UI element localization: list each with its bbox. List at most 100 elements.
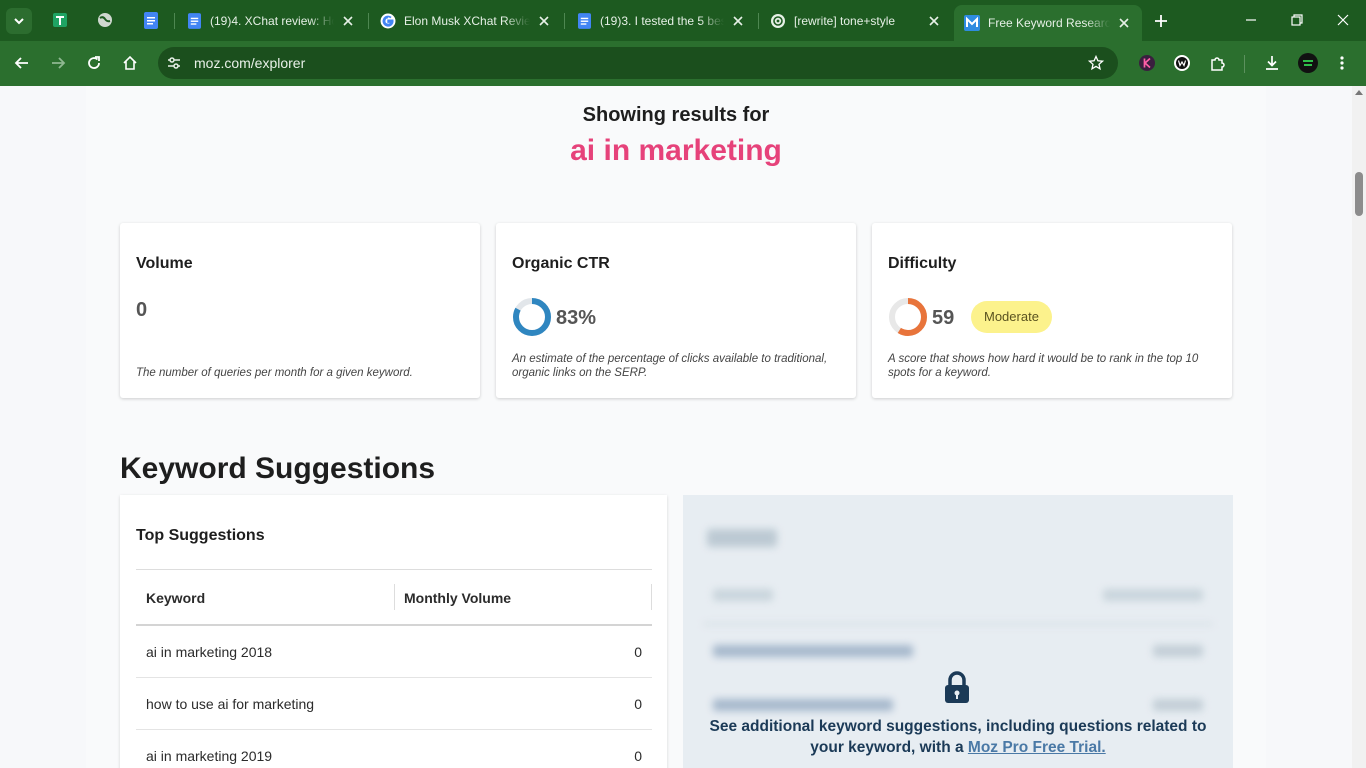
ctr-description: An estimate of the percentage of clicks …: [512, 353, 828, 379]
extension-w-button[interactable]: [1170, 51, 1194, 75]
globe-icon: [98, 13, 112, 27]
minimize-button[interactable]: [1241, 10, 1261, 30]
table-row[interactable]: ai in marketing 2018 0: [136, 626, 652, 678]
arrow-right-icon: [52, 57, 66, 69]
extension-k-button[interactable]: [1135, 51, 1159, 75]
browser-tab[interactable]: (19)3. I tested the 5 best: [566, 6, 756, 36]
tab-title: (19)4. XChat review: How: [210, 14, 334, 28]
openai-icon: [770, 13, 786, 29]
site-info-icon[interactable]: [164, 53, 184, 73]
ctr-value: 83%: [556, 307, 597, 329]
close-icon[interactable]: [536, 13, 552, 29]
pinned-tab-web[interactable]: [96, 11, 114, 29]
close-icon: [1337, 14, 1349, 26]
volume-cell: 0: [634, 748, 642, 764]
ctr-title: Organic CTR: [512, 255, 610, 272]
profile-avatar[interactable]: [1296, 51, 1320, 75]
results-keyword: ai in marketing: [570, 134, 782, 167]
moz-pro-trial-link[interactable]: Moz Pro Free Trial.: [968, 739, 1106, 756]
table-row[interactable]: how to use ai for marketing 0: [136, 678, 652, 730]
reload-button[interactable]: [82, 51, 106, 75]
extensions-button[interactable]: [1206, 51, 1230, 75]
extension-k-icon: [1139, 55, 1155, 71]
difficulty-card: Difficulty 59 Moderate A score that show…: [872, 223, 1232, 398]
new-tab-button[interactable]: [1150, 10, 1172, 32]
close-icon[interactable]: [730, 13, 746, 29]
puzzle-icon: [1211, 57, 1225, 71]
volume-cell: 0: [634, 696, 642, 712]
browser-tab[interactable]: (19)4. XChat review: How: [176, 6, 366, 36]
section-title: Keyword Suggestions: [120, 452, 436, 485]
moz-icon: [964, 15, 980, 31]
column-header-monthly-volume[interactable]: Monthly Volume: [404, 590, 511, 606]
close-window-button[interactable]: [1333, 10, 1353, 30]
address-bar[interactable]: moz.com/explorer: [158, 47, 1118, 79]
downloads-button[interactable]: [1260, 51, 1284, 75]
volume-cell: 0: [634, 644, 642, 660]
chevron-down-icon: [14, 18, 24, 25]
close-icon[interactable]: [1116, 15, 1132, 31]
google-docs-icon: [144, 11, 158, 29]
avatar-icon: [1298, 53, 1318, 73]
scrollbar-thumb[interactable]: [1355, 172, 1363, 216]
scroll-up-arrow-icon[interactable]: [1355, 90, 1363, 95]
difficulty-badge: Moderate: [971, 301, 1052, 333]
difficulty-description: A score that shows how hard it would be …: [888, 353, 1199, 379]
tab-search-button[interactable]: [6, 8, 32, 34]
browser-toolbar: moz.com/explorer: [0, 41, 1366, 86]
google-docs-icon: [186, 13, 202, 29]
bookmark-star-button[interactable]: [1086, 53, 1106, 73]
difficulty-donut-chart: [889, 298, 927, 336]
pinned-tab-docs[interactable]: [142, 11, 160, 29]
ctr-card: Organic CTR 83% An estimate of the perce…: [496, 223, 856, 398]
tab-title: [rewrite] tone+style: [794, 14, 896, 28]
url-text[interactable]: moz.com/explorer: [194, 55, 305, 71]
tab-title: Free Keyword Research: [988, 16, 1110, 30]
back-button[interactable]: [10, 51, 34, 75]
home-button[interactable]: [118, 51, 142, 75]
locked-questions-card: See additional keyword suggestions, incl…: [683, 495, 1233, 768]
upgrade-message: See additional keyword suggestions, incl…: [703, 716, 1213, 758]
difficulty-title: Difficulty: [888, 255, 957, 272]
download-icon: [1266, 56, 1278, 70]
browser-tab-active[interactable]: Free Keyword Research: [954, 5, 1142, 41]
extension-w-icon: [1174, 55, 1190, 71]
volume-description: The number of queries per month for a gi…: [136, 367, 413, 379]
browser-tab[interactable]: [rewrite] tone+style: [760, 6, 952, 36]
column-header-keyword[interactable]: Keyword: [146, 590, 205, 606]
table-row[interactable]: ai in marketing 2019 0: [136, 730, 652, 768]
suggestions-table: Keyword Monthly Volume ai in marketing 2…: [136, 569, 652, 768]
top-suggestions-card: Top Suggestions Keyword Monthly Volume a…: [120, 495, 667, 768]
plus-icon: [1155, 15, 1167, 27]
lock-icon: [945, 671, 969, 703]
home-icon: [123, 55, 137, 70]
star-icon: [1088, 55, 1104, 71]
difficulty-value: 59: [932, 307, 955, 329]
page-scrollbar[interactable]: [1352, 86, 1366, 768]
google-sheets-icon: [53, 13, 67, 27]
pinned-tab-sheets[interactable]: [51, 11, 69, 29]
volume-card: Volume 0 The number of queries per month…: [120, 223, 480, 398]
tab-title: (19)3. I tested the 5 best: [600, 14, 724, 28]
upgrade-message-text: See additional keyword suggestions, incl…: [709, 718, 1207, 756]
arrow-left-icon: [14, 57, 28, 69]
restore-button[interactable]: [1287, 10, 1307, 30]
ctr-donut-chart: [513, 298, 551, 336]
google-docs-icon: [576, 13, 592, 29]
restore-icon: [1291, 14, 1303, 26]
more-vertical-icon: [1340, 56, 1344, 70]
table-header: Keyword Monthly Volume: [136, 569, 652, 626]
volume-title: Volume: [136, 255, 193, 272]
browser-menu-button[interactable]: [1330, 51, 1354, 75]
close-icon[interactable]: [926, 13, 942, 29]
browser-tab[interactable]: Elon Musk XChat Review: [370, 6, 562, 36]
top-suggestions-title: Top Suggestions: [136, 527, 265, 544]
keyword-cell: ai in marketing 2018: [146, 644, 273, 660]
reload-icon: [88, 56, 100, 69]
google-icon: [380, 13, 396, 29]
keyword-cell: how to use ai for marketing: [146, 696, 315, 712]
tab-title: Elon Musk XChat Review: [404, 14, 530, 28]
forward-button[interactable]: [46, 51, 70, 75]
browser-tab-strip: (19)4. XChat review: How Elon Musk XChat…: [0, 0, 1366, 41]
close-icon[interactable]: [340, 13, 356, 29]
